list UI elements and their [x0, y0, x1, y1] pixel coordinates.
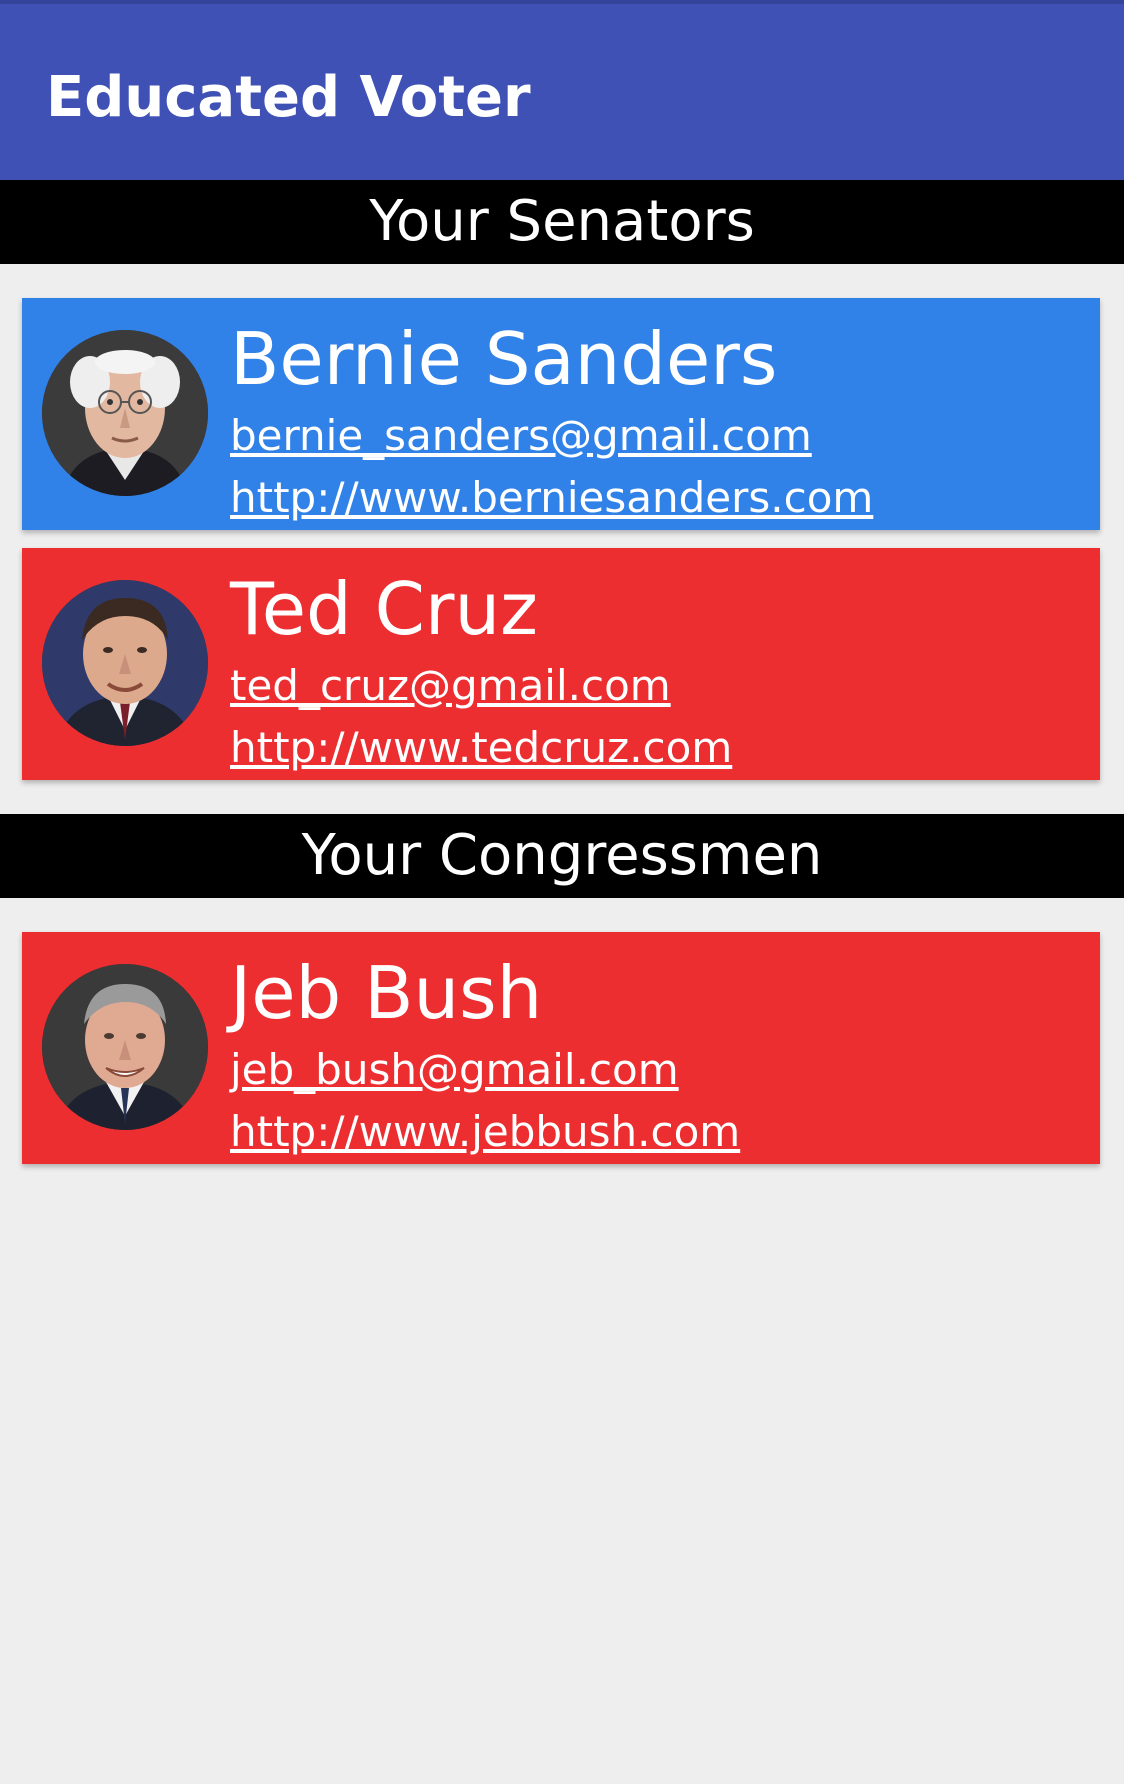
- rep-website-link[interactable]: http://www.jebbush.com: [230, 1104, 740, 1160]
- rep-card-bernie-sanders[interactable]: Bernie Sanders bernie_sanders@gmail.com …: [22, 298, 1100, 530]
- app-title: Educated Voter: [46, 65, 531, 130]
- rep-email-link[interactable]: bernie_sanders@gmail.com: [230, 408, 812, 464]
- rep-name: Ted Cruz: [230, 567, 538, 651]
- rep-website-link[interactable]: http://www.berniesanders.com: [230, 470, 873, 526]
- rep-name: Bernie Sanders: [230, 317, 778, 401]
- rep-name: Jeb Bush: [230, 951, 543, 1035]
- rep-email-link[interactable]: ted_cruz@gmail.com: [230, 658, 671, 714]
- rep-email-link[interactable]: jeb_bush@gmail.com: [230, 1042, 679, 1098]
- ted-cruz-photo-icon: [42, 580, 208, 746]
- bernie-sanders-photo-icon: [42, 330, 208, 496]
- jeb-bush-photo-icon: [42, 964, 208, 1130]
- app-bar: Educated Voter: [0, 0, 1124, 180]
- senators-section-header: Your Senators: [0, 180, 1124, 264]
- rep-card-ted-cruz[interactable]: Ted Cruz ted_cruz@gmail.com http://www.t…: [22, 548, 1100, 780]
- congressmen-section-header: Your Congressmen: [0, 814, 1124, 898]
- rep-card-jeb-bush[interactable]: Jeb Bush jeb_bush@gmail.com http://www.j…: [22, 932, 1100, 1164]
- rep-website-link[interactable]: http://www.tedcruz.com: [230, 720, 732, 776]
